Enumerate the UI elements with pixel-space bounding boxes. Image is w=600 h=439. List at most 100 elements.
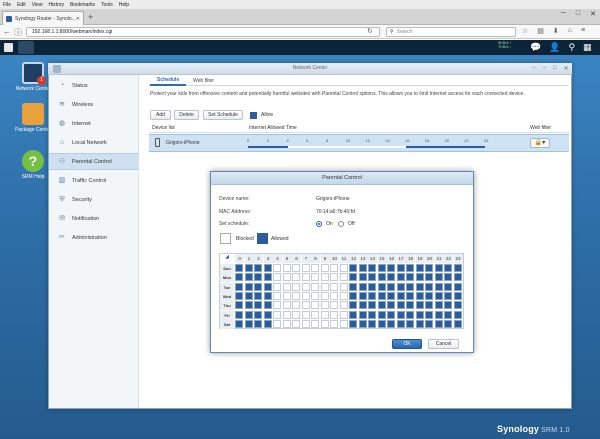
schedule-cell[interactable]: [453, 319, 462, 328]
day-header[interactable]: Tue: [220, 282, 234, 292]
schedule-cell[interactable]: [320, 282, 329, 291]
day-header[interactable]: Sun: [220, 264, 234, 273]
hour-header[interactable]: 2: [254, 254, 263, 263]
home-icon[interactable]: ⌂: [568, 27, 572, 35]
hour-header[interactable]: 6: [292, 254, 301, 263]
schedule-cell[interactable]: [263, 319, 272, 328]
schedule-cell[interactable]: [263, 282, 272, 291]
schedule-cell[interactable]: [244, 264, 253, 272]
schedule-cell[interactable]: [377, 291, 386, 300]
reading-list-icon[interactable]: ▤: [537, 27, 544, 35]
schedule-cell[interactable]: [244, 273, 253, 282]
taskbar-network-center-icon[interactable]: [18, 41, 34, 54]
schedule-cell[interactable]: [235, 264, 243, 272]
schedule-cell[interactable]: [301, 264, 310, 272]
schedule-cell[interactable]: [425, 264, 433, 272]
menu-view[interactable]: View: [32, 2, 43, 8]
hour-header[interactable]: 20: [425, 254, 434, 263]
schedule-cell[interactable]: [406, 282, 414, 291]
schedule-cell[interactable]: [330, 301, 338, 310]
schedule-cell[interactable]: [311, 319, 319, 328]
ok-button[interactable]: OK: [392, 339, 422, 349]
schedule-cell[interactable]: [444, 291, 452, 300]
hamburger-menu-icon[interactable]: ≡: [581, 27, 585, 35]
schedule-cell[interactable]: [339, 264, 348, 272]
chat-icon[interactable]: 💬: [530, 42, 541, 53]
url-bar[interactable]: 192.168.1.1:8000/webman/index.cgi: [26, 27, 380, 37]
close-tab-icon[interactable]: ✕: [76, 16, 80, 22]
schedule-cell[interactable]: [368, 301, 376, 310]
schedule-cell[interactable]: [311, 310, 319, 319]
column-device-list[interactable]: Device list: [152, 125, 175, 131]
schedule-cell[interactable]: [273, 273, 281, 282]
cancel-button[interactable]: Cancel: [428, 339, 459, 349]
schedule-cell[interactable]: [311, 273, 319, 282]
schedule-cell[interactable]: [453, 310, 462, 319]
schedule-cell[interactable]: [434, 282, 443, 291]
schedule-cell[interactable]: [320, 264, 329, 272]
column-allowed-time[interactable]: Internet Allowed Time: [249, 125, 297, 131]
schedule-cell[interactable]: [339, 291, 348, 300]
schedule-cell[interactable]: [434, 291, 443, 300]
schedule-cell[interactable]: [235, 282, 243, 291]
schedule-cell[interactable]: [254, 282, 262, 291]
schedule-cell[interactable]: [425, 273, 433, 282]
sidebar-item-local-network[interactable]: ⌂ Local Network: [49, 134, 138, 151]
menu-bookmarks[interactable]: Bookmarks: [70, 2, 95, 8]
day-header[interactable]: Mon: [220, 273, 234, 283]
schedule-cell[interactable]: [415, 310, 424, 319]
schedule-cell[interactable]: [320, 301, 329, 310]
schedule-cell[interactable]: [330, 264, 338, 272]
schedule-cell[interactable]: [301, 273, 310, 282]
schedule-cell[interactable]: [406, 291, 414, 300]
select-all-corner-icon[interactable]: ◢: [220, 254, 234, 263]
schedule-cell[interactable]: [282, 264, 291, 272]
schedule-cell[interactable]: [349, 273, 357, 282]
schedule-cell[interactable]: [453, 301, 462, 310]
hour-header[interactable]: 18: [406, 254, 415, 263]
schedule-cell[interactable]: [387, 301, 395, 310]
schedule-cell[interactable]: [444, 319, 452, 328]
schedule-cell[interactable]: [311, 282, 319, 291]
schedule-cell[interactable]: [377, 319, 386, 328]
hour-header[interactable]: 14: [368, 254, 377, 263]
schedule-cell[interactable]: [377, 282, 386, 291]
schedule-cell[interactable]: [244, 319, 253, 328]
sidebar-item-internet[interactable]: ◍ Internet: [49, 115, 138, 132]
set-schedule-button[interactable]: Set Schedule: [203, 110, 243, 120]
schedule-cell[interactable]: [444, 301, 452, 310]
schedule-cell[interactable]: [292, 301, 300, 310]
schedule-cell[interactable]: [406, 264, 414, 272]
schedule-cell[interactable]: [387, 282, 395, 291]
hour-header[interactable]: 0: [235, 254, 244, 263]
reload-icon[interactable]: ↻: [367, 27, 373, 35]
window-close-icon[interactable]: ✕: [564, 65, 569, 72]
main-menu-icon[interactable]: [4, 43, 13, 52]
minimize-icon[interactable]: ─: [561, 10, 566, 18]
schedule-cell[interactable]: [282, 273, 291, 282]
schedule-cell[interactable]: [434, 319, 443, 328]
schedule-cell[interactable]: [254, 273, 262, 282]
schedule-cell[interactable]: [349, 282, 357, 291]
schedule-cell[interactable]: [311, 264, 319, 272]
schedule-cell[interactable]: [244, 310, 253, 319]
schedule-cell[interactable]: [406, 301, 414, 310]
schedule-cell[interactable]: [235, 310, 243, 319]
schedule-cell[interactable]: [396, 264, 405, 272]
schedule-cell[interactable]: [396, 310, 405, 319]
hour-header[interactable]: 8: [311, 254, 320, 263]
schedule-cell[interactable]: [406, 319, 414, 328]
hour-header[interactable]: 5: [282, 254, 292, 263]
schedule-cell[interactable]: [415, 301, 424, 310]
schedule-cell[interactable]: [406, 273, 414, 282]
schedule-cell[interactable]: [244, 282, 253, 291]
schedule-cell[interactable]: [415, 291, 424, 300]
schedule-cell[interactable]: [254, 319, 262, 328]
schedule-cell[interactable]: [273, 301, 281, 310]
window-maximize-icon[interactable]: □: [553, 65, 557, 72]
schedule-cell[interactable]: [273, 319, 281, 328]
schedule-cell[interactable]: [320, 273, 329, 282]
schedule-cell[interactable]: [368, 291, 376, 300]
schedule-cell[interactable]: [434, 301, 443, 310]
schedule-cell[interactable]: [244, 301, 253, 310]
